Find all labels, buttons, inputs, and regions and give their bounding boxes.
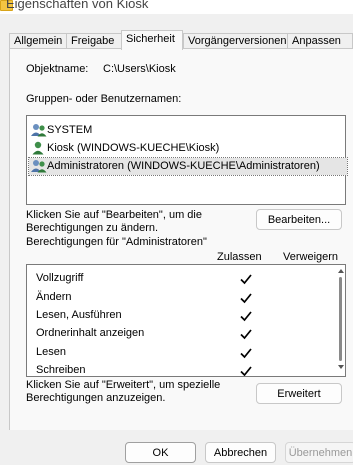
tab-anpassen[interactable]: Anpassen [287, 33, 353, 49]
advanced-hint-line1: Klicken Sie auf "Erweitert", um speziell… [26, 379, 221, 391]
properties-dialog: Eigenschaften von Kiosk Allgemein Freiga… [0, 0, 353, 465]
column-allow: Zulassen [217, 251, 262, 263]
scroll-down-icon[interactable] [338, 365, 344, 369]
permission-row: Ordnerinhalt anzeigen [36, 325, 144, 342]
permissions-for-label: Berechtigungen für "Administratoren" [26, 236, 207, 248]
tab-vorgaengerversionen[interactable]: Vorgängerversionen [183, 33, 291, 49]
advanced-button[interactable]: Erweitert [256, 383, 342, 404]
permission-name: Lesen, Ausführen [36, 309, 122, 321]
principals-list[interactable]: SYSTEM Kiosk (WINDOWS-KUECHE\Kiosk) Admi… [26, 115, 348, 205]
permission-name: Vollzugriff [36, 272, 84, 284]
checkmark-icon [240, 293, 252, 304]
cancel-button[interactable]: Abbrechen [205, 442, 276, 463]
scroll-thumb[interactable] [339, 277, 342, 361]
principal-name: SYSTEM [47, 124, 93, 136]
window-title: Eigenschaften von Kiosk [6, 0, 149, 11]
group-icon [31, 124, 47, 137]
permission-row: Ändern [36, 289, 71, 306]
groups-label: Gruppen- oder Benutzernamen: [26, 93, 182, 105]
user-icon [32, 141, 44, 155]
object-name-value: C:\Users\Kiosk [103, 63, 176, 75]
edit-button[interactable]: Bearbeiten... [256, 209, 342, 230]
checkmark-icon [240, 366, 252, 376]
scroll-up-icon[interactable] [338, 269, 344, 273]
permission-name: Lesen [36, 346, 66, 358]
permission-name: Schreiben [36, 364, 86, 376]
advanced-hint-line2: Berechtigungen anzuzeigen. [26, 392, 166, 404]
title-bar: Eigenschaften von Kiosk [0, 0, 353, 14]
principal-name: Administratoren (WINDOWS-KUECHE\Administ… [47, 160, 320, 172]
permission-name: Ändern [36, 291, 72, 303]
checkmark-icon [240, 329, 252, 340]
principal-name: Kiosk (WINDOWS-KUECHE\Kiosk) [47, 142, 220, 154]
checkmark-icon [240, 274, 252, 285]
edit-hint-line2: Berechtigungen zu ändern. [26, 222, 159, 234]
permissions-scrollbar[interactable] [338, 269, 344, 369]
permission-row: Lesen [36, 344, 66, 361]
dialog-footer: OK Abbrechen Übernehmen [0, 430, 353, 465]
tab-sicherheit[interactable]: Sicherheit [121, 30, 183, 50]
group-icon [31, 160, 47, 173]
permission-name: Ordnerinhalt anzeigen [36, 327, 145, 339]
permission-row: Lesen, Ausführen [36, 307, 122, 324]
tab-allgemein[interactable]: Allgemein [9, 33, 68, 49]
checkmark-icon [240, 348, 252, 359]
list-item-administratoren[interactable]: Administratoren (WINDOWS-KUECHE\Administ… [28, 157, 348, 176]
permission-row: Schreiben [36, 362, 86, 376]
checkmark-icon [240, 311, 252, 322]
object-name-label: Objektname: [26, 63, 89, 75]
list-item-kiosk[interactable]: Kiosk (WINDOWS-KUECHE\Kiosk) [31, 140, 219, 157]
permission-row: Vollzugriff [36, 270, 84, 287]
ok-button[interactable]: OK [125, 442, 196, 463]
column-deny: Verweigern [283, 251, 339, 263]
list-item-system[interactable]: SYSTEM [31, 122, 92, 139]
tab-freigabe[interactable]: Freigabe [66, 33, 124, 49]
apply-button[interactable]: Übernehmen [285, 442, 353, 463]
permissions-list[interactable]: Vollzugriff Ändern Lesen, Ausführen Ordn… [26, 264, 346, 377]
edit-hint-line1: Klicken Sie auf "Bearbeiten", um die [26, 209, 202, 221]
